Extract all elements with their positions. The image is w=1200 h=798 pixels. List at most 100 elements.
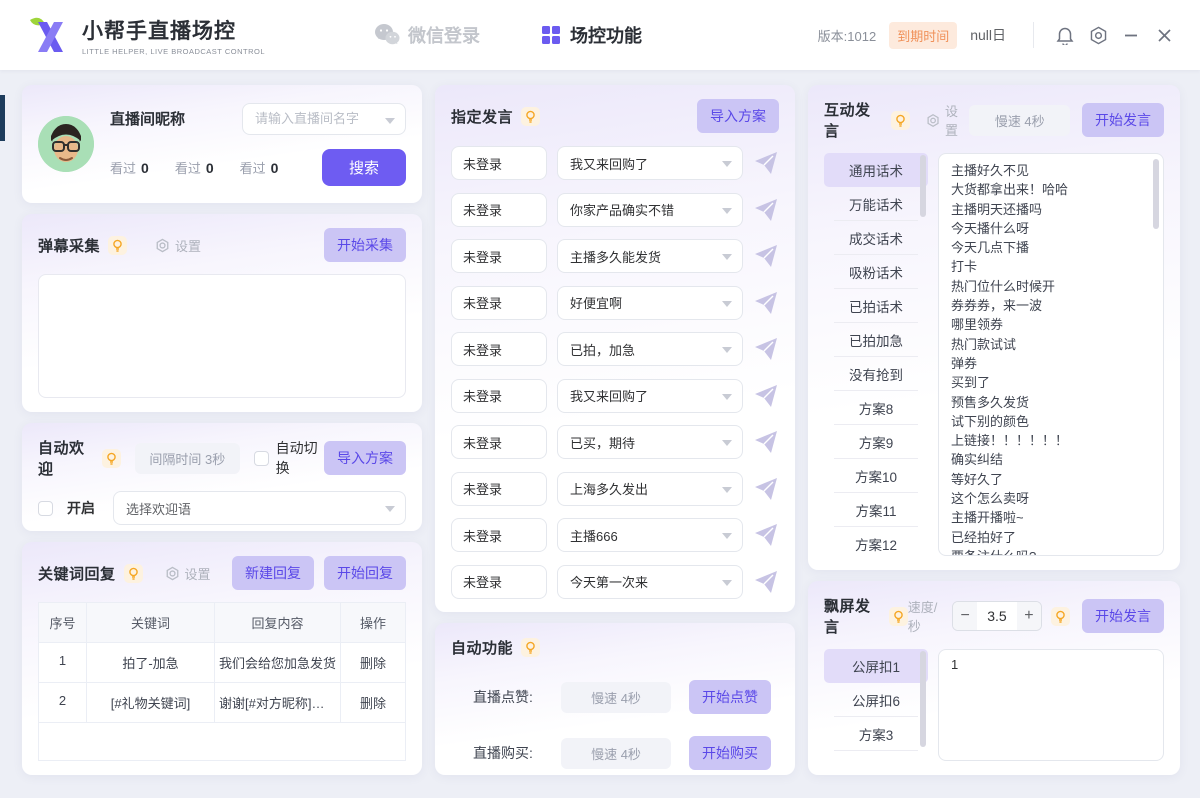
stepper-value[interactable]: 3.5	[977, 608, 1017, 624]
assigned-speech-row: 未登录 上海多久发出	[451, 472, 779, 506]
viewed-stat: 看过0	[110, 158, 149, 177]
account-status-box[interactable]: 未登录	[451, 239, 547, 273]
keyword-settings-label: 设置	[185, 564, 211, 583]
search-button[interactable]: 搜索	[322, 149, 406, 186]
phrase-list-box[interactable]: 主播好久不见大货都拿出来！哈哈主播明天还播吗今天播什么呀今天几点下播打卡热门位什…	[938, 153, 1164, 556]
phrase-plan-tab[interactable]: 已拍话术	[824, 289, 928, 323]
settings-icon[interactable]	[1088, 25, 1108, 45]
send-icon[interactable]	[753, 522, 779, 548]
message-select[interactable]: 今天第一次来	[557, 565, 743, 599]
delete-link[interactable]: 删除	[341, 643, 405, 683]
phrase-line: 打卡	[951, 257, 1151, 276]
stepper-minus-button[interactable]: −	[953, 602, 977, 630]
danmu-output-box[interactable]	[38, 274, 406, 398]
send-icon[interactable]	[753, 476, 779, 502]
floating-plan-tab[interactable]: 公屏扣6	[824, 683, 928, 717]
floating-plan-tab[interactable]: 方案3	[824, 717, 928, 751]
speed-pill[interactable]: 慢速 4秒	[561, 682, 671, 713]
message-select[interactable]: 我又来回购了	[557, 379, 743, 413]
welcome-phrase-select[interactable]: 选择欢迎语	[113, 491, 406, 525]
floating-plan-tab[interactable]: 公屏扣1	[824, 649, 928, 683]
message-select[interactable]: 已拍，加急	[557, 332, 743, 366]
message-select[interactable]: 已买，期待	[557, 425, 743, 459]
send-icon[interactable]	[753, 197, 779, 223]
phrase-plan-tab[interactable]: 方案9	[824, 425, 928, 459]
phrase-plan-tab[interactable]: 方案10	[824, 459, 928, 493]
message-select[interactable]: 好便宜啊	[557, 286, 743, 320]
start-reply-button[interactable]: 开始回复	[324, 556, 406, 590]
message-select[interactable]: 上海多久发出	[557, 472, 743, 506]
auto-switch-checkbox[interactable]	[254, 451, 269, 466]
message-select[interactable]: 你家产品确实不错	[557, 193, 743, 227]
send-icon[interactable]	[753, 383, 779, 409]
account-status-box[interactable]: 未登录	[451, 193, 547, 227]
chevron-down-icon	[722, 161, 732, 167]
import-plan-button[interactable]: 导入方案	[697, 99, 779, 133]
account-status-box[interactable]: 未登录	[451, 146, 547, 180]
keyword-settings-button[interactable]: 设置	[165, 564, 211, 583]
phrase-plan-tab[interactable]: 万能话术	[824, 187, 928, 221]
send-icon[interactable]	[753, 429, 779, 455]
gear-icon	[155, 238, 170, 253]
account-status-box[interactable]: 未登录	[451, 332, 547, 366]
room-name-select[interactable]	[242, 103, 406, 135]
stepper-plus-button[interactable]: +	[1017, 602, 1041, 630]
start-floating-button[interactable]: 开始发言	[1082, 599, 1164, 633]
interval-pill[interactable]: 间隔时间 3秒	[135, 443, 240, 474]
auto-function-start-button[interactable]: 开始点赞	[689, 680, 771, 714]
phrase-plan-tab[interactable]: 方案12	[824, 527, 928, 556]
account-status-box[interactable]: 未登录	[451, 379, 547, 413]
phrase-line: 主播开播啦~	[951, 508, 1151, 527]
avatar	[38, 116, 94, 172]
message-select[interactable]: 我又来回购了	[557, 146, 743, 180]
phrase-plan-tab[interactable]: 方案8	[824, 391, 928, 425]
account-status-box[interactable]: 未登录	[451, 286, 547, 320]
import-plan-button[interactable]: 导入方案	[324, 441, 406, 475]
auto-switch-option[interactable]: 自动切换	[254, 438, 324, 478]
floating-plan-tab[interactable]: 方案4	[824, 751, 928, 761]
tabs-scrollbar[interactable]	[920, 651, 926, 747]
tip-bulb-icon	[124, 564, 143, 583]
nav-scene-control[interactable]: 场控功能	[542, 22, 642, 48]
header-divider	[1033, 22, 1034, 48]
minimize-icon[interactable]	[1121, 25, 1141, 45]
danmu-settings-button[interactable]: 设置	[155, 236, 201, 255]
wechat-login-button[interactable]: 微信登录	[374, 22, 480, 48]
start-collect-button[interactable]: 开始采集	[324, 228, 406, 262]
floating-content-box[interactable]: 1	[938, 649, 1164, 761]
new-reply-button[interactable]: 新建回复	[232, 556, 314, 590]
account-status-box[interactable]: 未登录	[451, 472, 547, 506]
send-icon[interactable]	[753, 569, 779, 595]
phrase-plan-tab[interactable]: 通用话术	[824, 153, 928, 187]
phrase-plan-tab[interactable]: 已拍加急	[824, 323, 928, 357]
tabs-scrollbar[interactable]	[920, 155, 926, 217]
phrase-plan-tab[interactable]: 吸粉话术	[824, 255, 928, 289]
speed-pill[interactable]: 慢速 4秒	[561, 738, 671, 769]
room-name-input[interactable]	[255, 111, 377, 126]
table-header-cell: 关键词	[87, 603, 215, 643]
speed-pill[interactable]: 慢速 4秒	[969, 105, 1070, 136]
auto-function-start-button[interactable]: 开始购买	[689, 736, 771, 770]
send-icon[interactable]	[753, 290, 779, 316]
phrase-plan-tab[interactable]: 方案11	[824, 493, 928, 527]
account-status-box[interactable]: 未登录	[451, 425, 547, 459]
send-icon[interactable]	[753, 243, 779, 269]
account-status-box[interactable]: 未登录	[451, 565, 547, 599]
phrase-plan-tab[interactable]: 没有抢到	[824, 357, 928, 391]
phrase-line: 预售多久发货	[951, 393, 1151, 412]
account-status-box[interactable]: 未登录	[451, 518, 547, 552]
close-icon[interactable]	[1154, 25, 1174, 45]
interactive-settings-button[interactable]: 设置	[926, 101, 970, 139]
message-select[interactable]: 主播多久能发货	[557, 239, 743, 273]
phrase-scrollbar[interactable]	[1153, 159, 1159, 229]
send-icon[interactable]	[753, 336, 779, 362]
delete-link[interactable]: 删除	[341, 683, 405, 723]
notification-bell-icon[interactable]	[1055, 25, 1075, 45]
start-speech-button[interactable]: 开始发言	[1082, 103, 1164, 137]
send-icon[interactable]	[753, 150, 779, 176]
message-select[interactable]: 主播666	[557, 518, 743, 552]
floating-speech-card: 飘屏发言 速度/秒 − 3.5 + 开始发言 公屏扣1公屏扣6	[808, 581, 1180, 775]
enable-welcome-checkbox[interactable]	[38, 501, 53, 516]
phrase-plan-tab[interactable]: 成交话术	[824, 221, 928, 255]
phrase-line: 试下别的颜色	[951, 412, 1151, 431]
